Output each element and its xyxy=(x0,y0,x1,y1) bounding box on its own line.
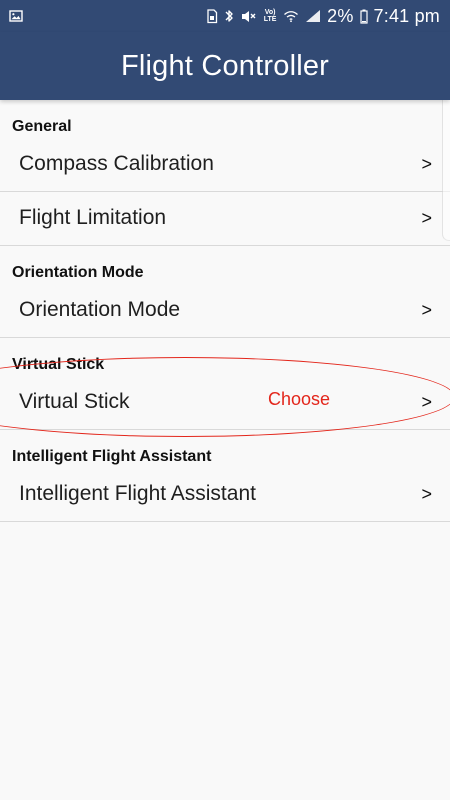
battery-percentage: 2% xyxy=(327,6,354,26)
bluetooth-icon xyxy=(224,8,235,24)
network-label-top: Vo) xyxy=(264,9,276,16)
signal-icon xyxy=(305,9,321,23)
image-icon xyxy=(9,10,23,22)
battery-icon xyxy=(359,9,368,24)
network-label-bottom: LTE xyxy=(263,16,277,23)
flight-limitation-label: Flight Limitation xyxy=(19,206,167,229)
status-bar: Vo) LTE 2% 7:41 pm xyxy=(0,0,450,32)
orientation-mode-row[interactable]: Orientation Mode > xyxy=(0,284,450,338)
sim-icon xyxy=(206,8,218,24)
page-title: Flight Controller xyxy=(120,50,330,82)
virtual-stick-label: Virtual Stick xyxy=(19,390,130,413)
section-header-general: General xyxy=(12,118,72,135)
chevron-right-icon: > xyxy=(421,484,432,504)
orientation-mode-label: Orientation Mode xyxy=(19,298,181,321)
scrollbar-thumb[interactable] xyxy=(442,100,450,241)
intelligent-flight-assistant-label: Intelligent Flight Assistant xyxy=(19,482,256,505)
flight-limitation-row[interactable]: Flight Limitation > xyxy=(0,192,450,246)
chevron-right-icon: > xyxy=(421,154,432,174)
virtual-stick-row[interactable]: Virtual Stick > xyxy=(0,376,450,430)
section-header-orientation-mode: Orientation Mode xyxy=(12,264,144,281)
status-right: Vo) LTE 2% 7:41 pm xyxy=(206,7,440,25)
app-header: Flight Controller xyxy=(0,32,450,100)
network-type: Vo) LTE xyxy=(263,9,277,23)
compass-calibration-label: Compass Calibration xyxy=(19,152,214,175)
compass-calibration-row[interactable]: Compass Calibration > xyxy=(0,138,450,192)
settings-list: General Compass Calibration > Flight Lim… xyxy=(0,100,450,800)
flight-controller-screen: Vo) LTE 2% 7:41 pm Flight Controller Gen… xyxy=(0,0,450,800)
wifi-icon xyxy=(283,10,299,23)
chevron-right-icon: > xyxy=(421,208,432,228)
chevron-right-icon: > xyxy=(421,300,432,320)
status-time: 7:41 pm xyxy=(373,6,440,26)
mute-icon xyxy=(241,9,257,24)
section-header-virtual-stick: Virtual Stick xyxy=(12,356,105,373)
chevron-right-icon: > xyxy=(421,392,432,412)
status-left xyxy=(9,10,23,22)
intelligent-flight-assistant-row[interactable]: Intelligent Flight Assistant > xyxy=(0,468,450,522)
section-header-intelligent-flight-assistant: Intelligent Flight Assistant xyxy=(12,448,212,465)
